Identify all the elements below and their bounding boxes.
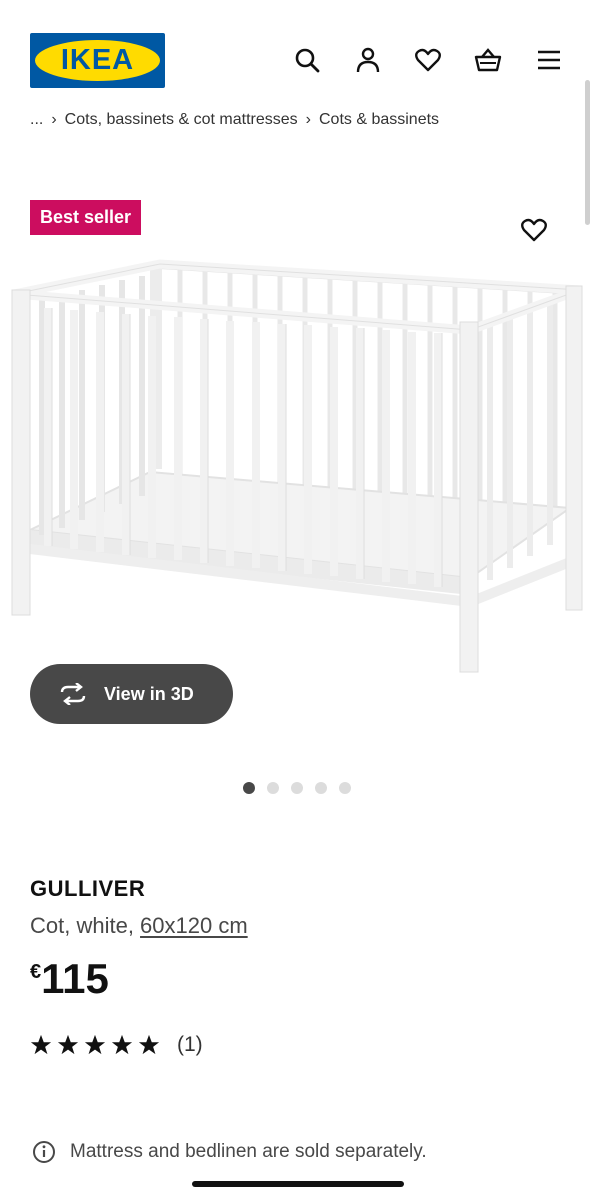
search-icon[interactable] [289,42,325,78]
breadcrumb: ... › Cots, bassinets & cot mattresses › Cot… [30,106,570,126]
star-icon [84,1034,106,1055]
breadcrumb-item-cots-bassinets[interactable]: Cots & bassinets [319,111,439,126]
carousel-dot-2[interactable] [267,782,279,794]
info-note-text: Mattress and bedlinen are sold separatel… [70,1141,427,1162]
carousel-dot-3[interactable] [291,782,303,794]
view-in-3d-button[interactable]: View in 3D [30,664,233,724]
breadcrumb-separator: › [51,111,57,126]
breadcrumb-item-ellipsis[interactable]: ... [30,111,43,126]
product-name: GULLIVER [30,876,146,901]
home-indicator[interactable] [192,1181,404,1187]
ikea-logo[interactable]: IKEA [30,33,165,88]
star-icon [111,1034,133,1055]
logo-text: IKEA [60,44,135,76]
profile-icon[interactable] [350,42,386,78]
product-dimensions-link[interactable]: 60x120 cm [140,913,248,938]
star-icon [138,1034,160,1055]
product-price: € 115 [30,955,109,1003]
star-icon [30,1034,52,1055]
header: IKEA [0,0,595,110]
rotate-3d-icon [60,683,86,705]
breadcrumb-separator: › [305,111,311,126]
scrollbar[interactable] [585,80,590,225]
star-icon [57,1034,79,1055]
carousel-dot-4[interactable] [315,782,327,794]
info-note: Mattress and bedlinen are sold separatel… [32,1140,427,1164]
breadcrumb-item-cots-mattresses[interactable]: Cots, bassinets & cot mattresses [65,111,298,126]
product-rating[interactable]: (1) [30,1033,203,1057]
product-type: Cot, white, [30,913,141,938]
carousel-dot-1[interactable] [243,782,255,794]
menu-icon[interactable] [531,42,567,78]
carousel-dot-5[interactable] [339,782,351,794]
best-seller-badge: Best seller [30,200,142,235]
price-currency: € [30,961,42,983]
rating-count: (1) [177,1033,203,1056]
info-icon [33,1141,55,1163]
view-in-3d-label: View in 3D [104,683,194,704]
heart-icon[interactable] [410,42,446,78]
product-image-cot[interactable] [0,250,595,690]
product-description: Cot, white, 60x120 cm [30,913,248,939]
price-amount: 115 [41,955,109,1002]
add-to-favourites-icon[interactable] [516,212,552,248]
carousel-dots [243,782,351,794]
basket-icon[interactable] [470,42,506,78]
